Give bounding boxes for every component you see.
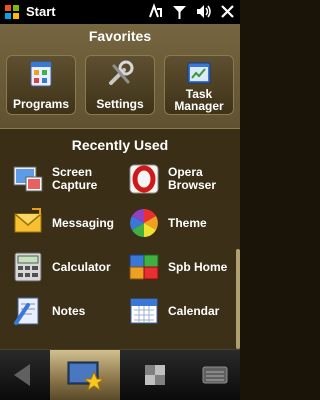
grid-tab-icon [145,365,165,385]
volume-icon[interactable] [195,3,212,20]
app-label: Opera Browser [168,165,217,192]
app-label: Calculator [52,259,111,274]
bottom-bar [0,350,240,400]
settings-button[interactable]: Settings [85,55,155,115]
favorites-tab-icon [67,361,106,392]
spb-home-icon [129,254,159,280]
app-spb-home[interactable]: Spb Home [124,249,236,285]
opera-icon [129,164,159,194]
favorites-row: Programs Settings Task Manager [6,55,234,115]
settings-icon [109,60,134,85]
screen-capture-icon [13,166,43,192]
connectivity-icon[interactable] [147,3,164,20]
app-label: Screen Capture [52,165,98,192]
messaging-icon [14,208,42,233]
programs-button[interactable]: Programs [6,55,76,115]
grid-tab[interactable] [120,350,190,400]
start-screen: Start Favorites Programs Settings Task M… [0,0,240,400]
theme-icon [130,209,158,237]
app-theme[interactable]: Theme [124,205,236,241]
app-screen-capture[interactable]: Screen Capture [8,161,120,197]
app-notes[interactable]: Notes [8,293,120,329]
task-manager-button[interactable]: Task Manager [164,55,234,115]
calendar-icon [130,298,158,324]
calculator-icon [14,252,42,282]
windows-logo-icon[interactable] [4,4,20,20]
app-label: Spb Home [168,259,228,274]
app-label: Theme [168,215,207,230]
favorites-tab[interactable] [50,350,120,400]
recently-used-panel: Recently Used Screen Capture Opera Brows… [0,128,240,349]
programs-icon [30,61,52,87]
back-button[interactable] [0,350,50,400]
task-manager-icon [187,62,211,84]
recently-used-header: Recently Used [71,137,169,153]
signal-icon[interactable] [171,3,188,20]
menu-icon [202,366,228,384]
app-label: Messaging [52,215,115,230]
app-label: Notes [52,303,86,318]
back-arrow-icon [14,364,30,386]
programs-label: Programs [12,97,70,111]
close-icon[interactable] [219,3,236,20]
scrollbar[interactable] [236,249,240,349]
favorites-header: Favorites [88,28,152,44]
app-calculator[interactable]: Calculator [8,249,120,285]
app-messaging[interactable]: Messaging [8,205,120,241]
task-manager-label: Task Manager [174,87,224,113]
notes-icon [14,297,39,325]
menu-button[interactable] [190,350,240,400]
settings-label: Settings [96,97,144,111]
app-opera-browser[interactable]: Opera Browser [124,161,236,197]
app-calendar[interactable]: Calendar [124,293,236,329]
status-bar: Start [0,0,240,24]
status-title: Start [26,4,56,19]
app-label: Calendar [168,303,220,318]
